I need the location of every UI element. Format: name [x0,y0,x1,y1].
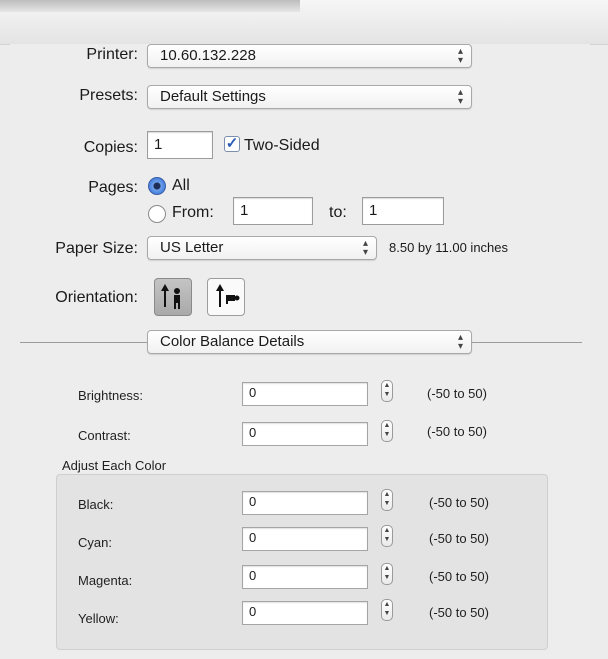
color-stepper-magenta[interactable]: ▲ ▼ [381,563,393,585]
stepper-icon: ▲ ▼ [383,601,391,617]
color-stepper-yellow[interactable]: ▲ ▼ [381,599,393,621]
color-range-magenta: (-50 to 50) [429,569,489,584]
color-input-yellow[interactable]: 0 [242,601,368,625]
color-range-black: (-50 to 50) [429,495,489,510]
landscape-orientation-button[interactable] [207,278,245,316]
section-popup[interactable]: Color Balance Details ▴ ▾ [147,330,472,354]
color-label-yellow: Yellow: [78,611,119,626]
stepper-icon: ▲ ▼ [383,527,391,543]
portrait-orientation-button[interactable] [154,278,192,316]
paper-size-label: Paper Size: [55,240,138,257]
stepper-icon: ▲ ▼ [383,565,391,581]
stepper-icon: ▲ ▼ [383,491,391,507]
copies-input[interactable]: 1 [147,131,213,159]
portrait-orientation-icon [161,284,180,309]
landscape-orientation-icon [216,284,240,307]
section-value: Color Balance Details [160,333,305,350]
paper-size-value: US Letter [160,239,224,256]
color-label-magenta: Magenta: [78,573,133,588]
up-down-arrows-icon: ▴ ▾ [362,238,368,258]
color-stepper-cyan[interactable]: ▲ ▼ [381,525,393,547]
color-range-cyan: (-50 to 50) [429,531,489,546]
color-input-magenta[interactable]: 0 [242,565,368,589]
brightness-range: (-50 to 50) [427,386,487,401]
presets-label: Presets: [79,87,138,104]
pages-from-radio[interactable] [148,205,166,223]
two-sided-label: Two-Sided [244,137,320,154]
section-divider-left [20,342,148,343]
presets-popup[interactable]: Default Settings ▴ ▾ [147,85,472,109]
pages-to-input[interactable]: 1 [362,197,444,225]
pages-all-radio[interactable] [148,177,166,195]
checkmark-icon: ✓ [225,135,239,152]
contrast-range: (-50 to 50) [427,424,487,439]
color-input-cyan[interactable]: 0 [242,527,368,551]
pages-from-label: From: [172,204,214,221]
pages-from-input[interactable]: 1 [233,197,313,225]
section-divider-right [472,342,582,343]
pages-label: Pages: [88,179,138,196]
printer-label: Printer: [86,46,138,63]
up-down-arrows-icon: ▴ ▾ [457,46,463,66]
contrast-label: Contrast: [78,428,131,443]
pages-all-label: All [172,177,190,194]
color-label-cyan: Cyan: [78,535,112,550]
brightness-stepper[interactable]: ▲ ▼ [381,380,393,402]
color-stepper-black[interactable]: ▲ ▼ [381,489,393,511]
two-sided-checkbox[interactable]: ✓ [224,136,240,152]
printer-popup[interactable]: 10.60.132.228 ▴ ▾ [147,44,472,68]
stepper-icon: ▲ ▼ [383,422,391,438]
color-range-yellow: (-50 to 50) [429,605,489,620]
contrast-input[interactable]: 0 [242,422,368,446]
paper-dimensions: 8.50 by 11.00 inches [389,240,509,255]
window-titlebar [0,0,608,45]
copies-label: Copies: [83,139,138,156]
orientation-label: Orientation: [55,289,138,306]
paper-size-popup[interactable]: US Letter ▴ ▾ [147,236,377,260]
color-label-black: Black: [78,497,114,512]
up-down-arrows-icon: ▴ ▾ [457,87,463,107]
pages-to-label: to: [329,204,347,221]
up-down-arrows-icon: ▴ ▾ [457,332,463,352]
color-input-black[interactable]: 0 [242,491,368,515]
contrast-stepper[interactable]: ▲ ▼ [381,420,393,442]
adjust-each-color-header: Adjust Each Color [62,458,167,473]
brightness-label: Brightness: [78,388,144,403]
printer-value: 10.60.132.228 [160,47,256,64]
titlebar-shade [0,0,300,12]
presets-value: Default Settings [160,88,266,105]
stepper-icon: ▲ ▼ [383,382,391,398]
brightness-input[interactable]: 0 [242,382,368,406]
